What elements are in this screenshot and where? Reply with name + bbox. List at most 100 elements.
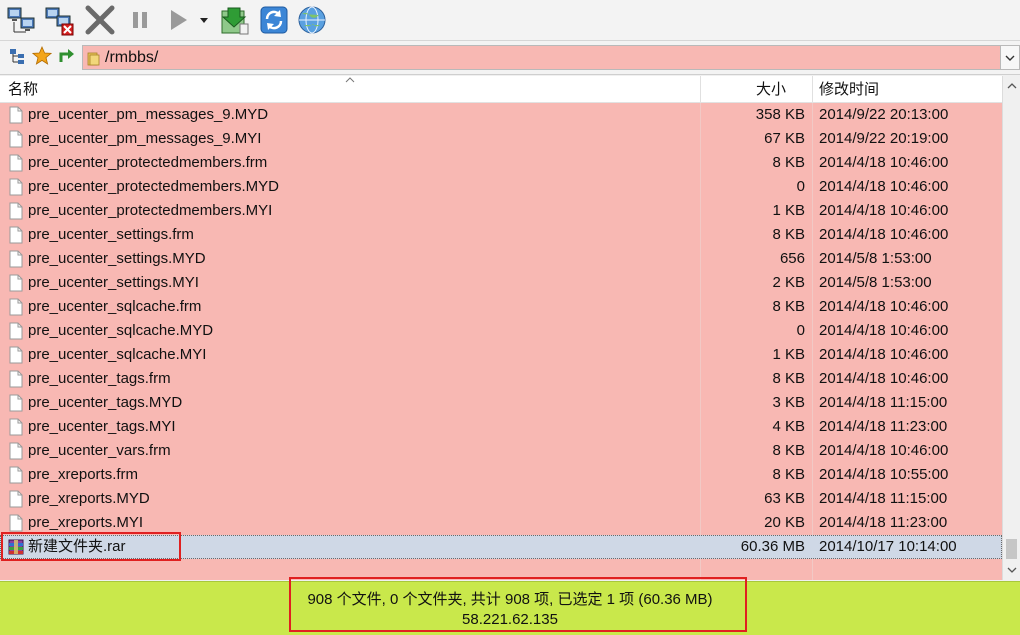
list-header: 名称 大小 修改时间 — [0, 76, 1002, 103]
sync-download-icon[interactable] — [218, 4, 250, 36]
path-input[interactable]: /rmbbs/ — [82, 45, 1001, 70]
file-name: pre_ucenter_sqlcache.MYI — [28, 346, 207, 363]
file-modified-date: 2014/4/18 11:15:00 — [819, 490, 948, 507]
file-name: pre_ucenter_settings.MYI — [28, 274, 199, 291]
file-name: pre_xreports.MYD — [28, 490, 150, 507]
file-icon — [9, 226, 23, 244]
file-modified-date: 2014/4/18 11:15:00 — [819, 394, 948, 411]
file-name: pre_ucenter_pm_messages_9.MYD — [28, 106, 269, 123]
file-icon — [9, 178, 23, 196]
table-row[interactable]: pre_ucenter_vars.frm 8 KB 2014/4/18 10:46:… — [0, 439, 1002, 463]
file-icon — [9, 490, 23, 508]
file-icon — [9, 154, 23, 172]
table-row[interactable]: pre_ucenter_settings.MYD 656 2014/5/8 1:53… — [0, 247, 1002, 271]
file-size: 67 KB — [764, 130, 805, 147]
file-name: pre_xreports.frm — [28, 466, 139, 483]
file-name: pre_ucenter_tags.MYI — [28, 418, 176, 435]
table-row-selected[interactable]: 新建文件夹.rar 60.36 MB 2014/10/17 10:14:00 — [0, 535, 1002, 559]
file-icon — [9, 394, 23, 412]
file-name: pre_ucenter_protectedmembers.MYI — [28, 202, 273, 219]
path-dropdown-button[interactable] — [1001, 45, 1020, 70]
file-icon — [9, 250, 23, 268]
file-size: 1 KB — [772, 202, 805, 219]
table-row[interactable]: pre_ucenter_sqlcache.MYI 1 KB 2014/4/18 10… — [0, 343, 1002, 367]
file-size: 3 KB — [772, 394, 805, 411]
refresh-icon[interactable] — [258, 4, 290, 36]
file-icon — [9, 106, 23, 124]
file-name: 新建文件夹.rar — [28, 538, 126, 555]
play-icon[interactable] — [162, 4, 194, 36]
pause-icon[interactable] — [124, 4, 156, 36]
file-name: pre_ucenter_sqlcache.MYD — [28, 322, 214, 339]
file-size: 20 KB — [764, 514, 805, 531]
file-size: 0 — [796, 322, 805, 339]
file-size: 8 KB — [772, 226, 805, 243]
table-row[interactable]: pre_xreports.MYD 63 KB 2014/4/18 11:15:00 — [0, 487, 1002, 511]
file-modified-date: 2014/4/18 10:46:00 — [819, 298, 949, 315]
file-name: pre_ucenter_vars.frm — [28, 442, 171, 459]
file-modified-date: 2014/9/22 20:19:00 — [819, 130, 949, 147]
file-modified-date: 2014/4/18 10:46:00 — [819, 442, 949, 459]
file-modified-date: 2014/4/18 10:46:00 — [819, 154, 949, 171]
file-size: 8 KB — [772, 298, 805, 315]
file-rows: pre_ucenter_pm_messages_9.MYD 358 KB 2014/… — [0, 103, 1002, 559]
connect-icon[interactable] — [6, 4, 38, 36]
file-name: pre_ucenter_tags.frm — [28, 370, 171, 387]
file-icon — [9, 130, 23, 148]
file-size: 8 KB — [772, 370, 805, 387]
scroll-down-icon[interactable] — [1007, 566, 1017, 574]
file-modified-date: 2014/4/18 10:46:00 — [819, 322, 949, 339]
file-icon — [9, 274, 23, 292]
column-divider[interactable] — [700, 76, 701, 102]
file-modified-date: 2014/4/18 10:55:00 — [819, 466, 949, 483]
table-row[interactable]: pre_ucenter_tags.frm 8 KB 2014/4/18 10:46:… — [0, 367, 1002, 391]
column-header-size[interactable]: 大小 — [756, 76, 786, 102]
go-up-icon[interactable] — [56, 46, 76, 66]
scroll-up-icon[interactable] — [1007, 82, 1017, 90]
table-row[interactable]: pre_ucenter_sqlcache.frm 8 KB 2014/4/18 10… — [0, 295, 1002, 319]
file-icon — [9, 346, 23, 364]
column-header-name[interactable]: 名称 — [8, 76, 38, 102]
rar-archive-icon — [7, 538, 25, 556]
file-list[interactable]: 名称 大小 修改时间 pre_ucenter_pm_messages_9.MYD… — [0, 76, 1020, 580]
file-modified-date: 2014/4/18 10:46:00 — [819, 370, 949, 387]
play-dropdown-icon[interactable] — [198, 4, 210, 36]
status-summary: 908 个文件, 0 个文件夹, 共计 908 项, 已选定 1 项 (60.3… — [307, 591, 713, 608]
file-modified-date: 2014/4/18 10:46:00 — [819, 178, 949, 195]
table-row[interactable]: pre_ucenter_tags.MYD 3 KB 2014/4/18 11:15:… — [0, 391, 1002, 415]
path-text: /rmbbs/ — [105, 49, 159, 66]
table-row[interactable]: pre_ucenter_protectedmembers.MYI 1 KB 2014… — [0, 199, 1002, 223]
table-row[interactable]: pre_xreports.MYI 20 KB 2014/4/18 11:23:00 — [0, 511, 1002, 535]
file-icon — [9, 202, 23, 220]
status-host: 58.221.62.135 — [462, 611, 558, 628]
table-row[interactable]: pre_ucenter_pm_messages_9.MYD 358 KB 2014/… — [0, 103, 1002, 127]
cancel-icon[interactable] — [84, 4, 116, 36]
table-row[interactable]: pre_ucenter_settings.frm 8 KB 2014/4/18 10… — [0, 223, 1002, 247]
file-icon — [9, 298, 23, 316]
favorites-star-icon[interactable] — [32, 46, 52, 66]
scroll-thumb[interactable] — [1006, 539, 1017, 559]
status-bar: 908 个文件, 0 个文件夹, 共计 908 项, 已选定 1 项 (60.3… — [0, 577, 1020, 635]
file-icon — [9, 514, 23, 532]
table-row[interactable]: pre_ucenter_settings.MYI 2 KB 2014/5/8 1:5… — [0, 271, 1002, 295]
file-size: 2 KB — [772, 274, 805, 291]
disconnect-icon[interactable] — [44, 4, 76, 36]
table-row[interactable]: pre_ucenter_sqlcache.MYD 0 2014/4/18 10:46… — [0, 319, 1002, 343]
table-row[interactable]: pre_xreports.frm 8 KB 2014/4/18 10:55:00 — [0, 463, 1002, 487]
table-row[interactable]: pre_ucenter_protectedmembers.MYD 0 2014/4/… — [0, 175, 1002, 199]
column-divider[interactable] — [812, 76, 813, 102]
folder-icon — [87, 52, 100, 66]
toolbar — [0, 0, 1020, 41]
vertical-scrollbar[interactable] — [1002, 76, 1020, 580]
file-size: 656 — [779, 250, 805, 267]
file-name: pre_ucenter_settings.MYD — [28, 250, 206, 267]
table-row[interactable]: pre_ucenter_protectedmembers.frm 8 KB 2014… — [0, 151, 1002, 175]
column-header-date[interactable]: 修改时间 — [819, 76, 879, 102]
tree-view-icon[interactable] — [8, 46, 28, 66]
file-modified-date: 2014/10/17 10:14:00 — [819, 538, 957, 555]
table-row[interactable]: pre_ucenter_pm_messages_9.MYI 67 KB 2014/9… — [0, 127, 1002, 151]
table-row[interactable]: pre_ucenter_tags.MYI 4 KB 2014/4/18 11:23:… — [0, 415, 1002, 439]
file-size: 63 KB — [764, 490, 805, 507]
file-icon — [9, 370, 23, 388]
globe-icon[interactable] — [296, 4, 328, 36]
